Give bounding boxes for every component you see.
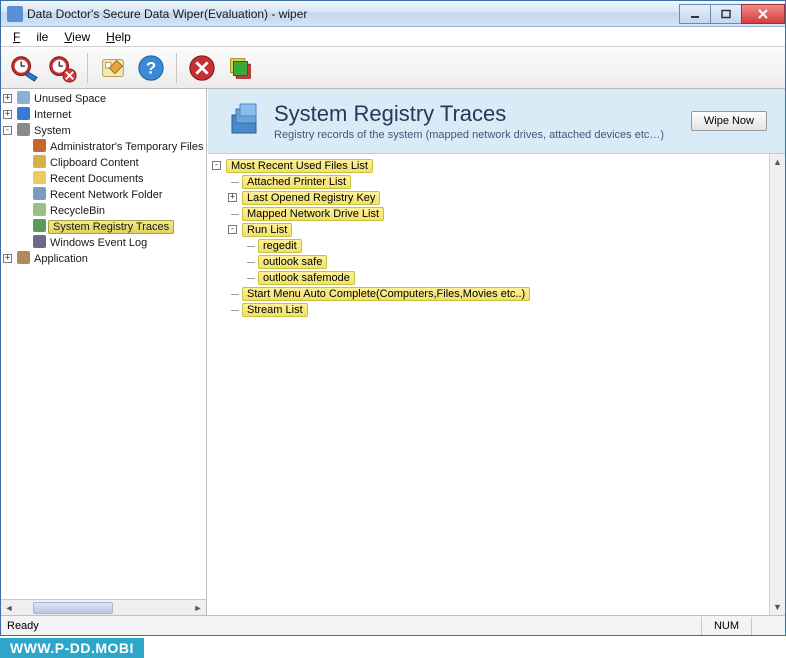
menu-view[interactable]: View: [56, 28, 98, 46]
detail-vscrollbar[interactable]: ▲ ▼: [769, 154, 785, 615]
detail-start-menu[interactable]: Start Menu Auto Complete(Computers,Files…: [226, 286, 783, 302]
detail-mapped-drive[interactable]: Mapped Network Drive List: [226, 206, 783, 222]
status-num: NUM: [701, 617, 751, 635]
network-folder-icon: [33, 187, 46, 200]
recycle-icon: [33, 203, 46, 216]
computer-icon: [17, 123, 30, 136]
tree-item-event-log[interactable]: Windows Event Log: [17, 235, 206, 251]
titlebar: Data Doctor's Secure Data Wiper(Evaluati…: [1, 1, 785, 27]
toolbar-separator: [176, 53, 177, 83]
scroll-right-icon[interactable]: ►: [190, 601, 206, 615]
banner-title: System Registry Traces: [274, 101, 664, 127]
app-icon: [7, 6, 23, 22]
detail-stream-list[interactable]: Stream List: [226, 302, 783, 318]
globe-icon: [17, 107, 30, 120]
svg-text:?: ?: [146, 58, 156, 77]
app-window: Data Doctor's Secure Data Wiper(Evaluati…: [0, 0, 786, 636]
drive-icon: [17, 91, 30, 104]
schedule-add-button[interactable]: [7, 51, 41, 85]
detail-last-opened[interactable]: +Last Opened Registry Key: [226, 190, 783, 206]
scroll-up-icon[interactable]: ▲: [770, 154, 785, 170]
status-empty: [751, 617, 779, 635]
banner-description: Registry records of the system (mapped n…: [274, 129, 664, 141]
banner: System Registry Traces Registry records …: [208, 89, 785, 154]
expand-icon[interactable]: +: [3, 254, 12, 263]
detail-run-outlook-safemode[interactable]: outlook safemode: [242, 270, 783, 286]
tree-item-recent-network[interactable]: Recent Network Folder: [17, 187, 206, 203]
wipe-button[interactable]: [223, 51, 257, 85]
wipe-now-button[interactable]: Wipe Now: [691, 111, 767, 131]
sidebar-hscrollbar[interactable]: ◄ ►: [1, 599, 206, 615]
window-controls: [680, 4, 785, 24]
collapse-icon[interactable]: -: [3, 126, 12, 135]
menu-help[interactable]: Help: [98, 28, 139, 46]
app-icon: [17, 251, 30, 264]
tree-item-system[interactable]: -System Administrator's Temporary Files …: [1, 123, 206, 251]
tree-item-admin-temp[interactable]: Administrator's Temporary Files: [17, 139, 206, 155]
detail-run-regedit[interactable]: regedit: [242, 238, 783, 254]
navigation-tree[interactable]: +Unused Space +Internet -System Administ…: [1, 89, 206, 599]
statusbar: Ready NUM: [1, 615, 785, 635]
tree-item-recyclebin[interactable]: RecycleBin: [17, 203, 206, 219]
watermark: WWW.P-DD.MOBI: [0, 638, 144, 658]
expand-icon[interactable]: +: [228, 193, 237, 202]
clipboard-icon: [33, 155, 46, 168]
tree-item-recent-docs[interactable]: Recent Documents: [17, 171, 206, 187]
toolbar-separator: [87, 53, 88, 83]
stop-button[interactable]: [185, 51, 219, 85]
detail-most-recent[interactable]: -Most Recent Used Files List Attached Pr…: [210, 158, 783, 318]
main-panel: System Registry Traces Registry records …: [207, 89, 785, 615]
detail-attached-printer[interactable]: Attached Printer List: [226, 174, 783, 190]
scroll-left-icon[interactable]: ◄: [1, 601, 17, 615]
menubar: File View Help: [1, 27, 785, 47]
tree-item-unused-space[interactable]: +Unused Space: [1, 91, 206, 107]
toolbar: ?: [1, 47, 785, 89]
registry-icon: [33, 219, 46, 232]
registry-banner-icon: [226, 101, 262, 137]
expand-icon[interactable]: +: [3, 110, 12, 119]
detail-tree[interactable]: -Most Recent Used Files List Attached Pr…: [208, 154, 785, 615]
collapse-icon[interactable]: -: [228, 225, 237, 234]
document-icon: [33, 171, 46, 184]
minimize-button[interactable]: [679, 4, 711, 24]
scroll-down-icon[interactable]: ▼: [770, 599, 785, 615]
close-button[interactable]: [741, 4, 785, 24]
expand-icon[interactable]: +: [3, 94, 12, 103]
status-ready: Ready: [7, 620, 701, 632]
banner-text: System Registry Traces Registry records …: [274, 101, 664, 141]
scroll-thumb[interactable]: [33, 602, 113, 614]
tree-item-application[interactable]: +Application: [1, 251, 206, 267]
detail-run-outlook-safe[interactable]: outlook safe: [242, 254, 783, 270]
maximize-button[interactable]: [710, 4, 742, 24]
tree-item-registry-traces[interactable]: System Registry Traces: [17, 219, 206, 235]
tree-item-clipboard[interactable]: Clipboard Content: [17, 155, 206, 171]
settings-button[interactable]: [96, 51, 130, 85]
detail-run-list[interactable]: -Run List regedit outlook safe outlook s…: [226, 222, 783, 286]
body: +Unused Space +Internet -System Administ…: [1, 89, 785, 615]
collapse-icon[interactable]: -: [212, 161, 221, 170]
log-icon: [33, 235, 46, 248]
help-button[interactable]: ?: [134, 51, 168, 85]
sidebar: +Unused Space +Internet -System Administ…: [1, 89, 207, 615]
menu-file[interactable]: File: [5, 28, 56, 46]
window-title: Data Doctor's Secure Data Wiper(Evaluati…: [27, 7, 680, 21]
tree-item-internet[interactable]: +Internet: [1, 107, 206, 123]
schedule-remove-button[interactable]: [45, 51, 79, 85]
broom-icon: [33, 139, 46, 152]
